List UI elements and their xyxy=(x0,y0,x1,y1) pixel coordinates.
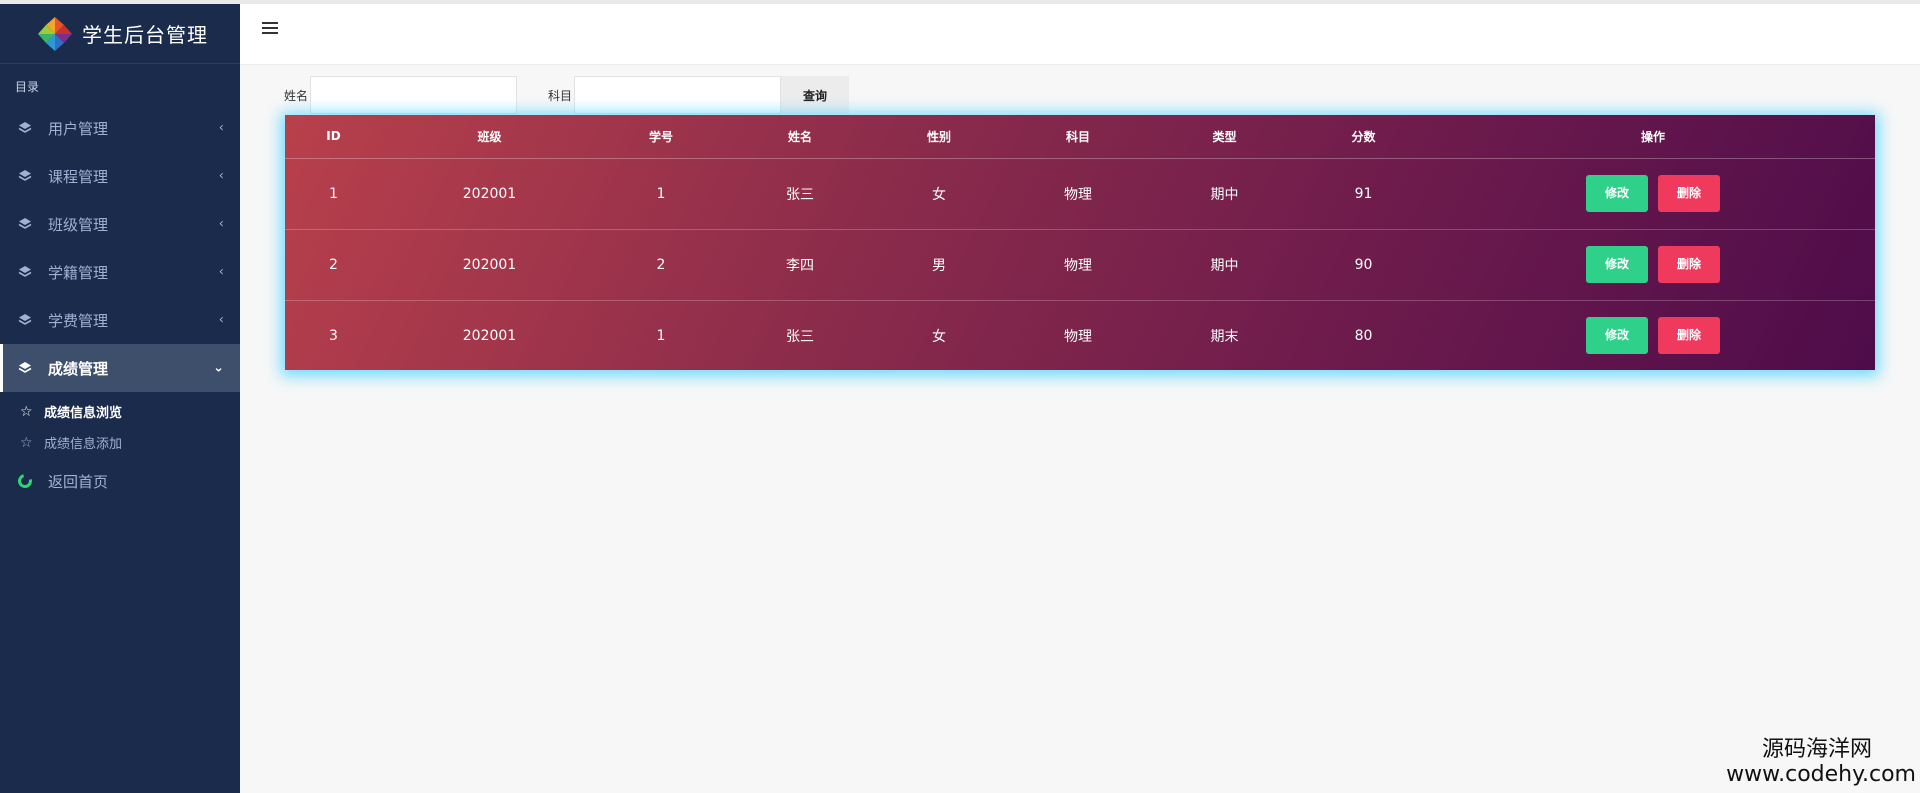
column-header[interactable]: 性别 xyxy=(875,115,1003,159)
sidebar-item-users[interactable]: 用户管理 ‹ xyxy=(0,104,240,152)
cell-score: 90 xyxy=(1296,229,1431,301)
cell-gender: 男 xyxy=(875,229,1003,301)
table-row: 3 202001 1 张三 女 物理 期末 80 修改 删除 xyxy=(285,300,1875,371)
watermark-text: 源码海洋网 xyxy=(1761,737,1872,762)
cell-name: 张三 xyxy=(786,328,814,345)
cell-score: 91 xyxy=(1296,158,1431,230)
edit-button[interactable]: 修改 xyxy=(1586,246,1648,283)
sidebar-item-courses[interactable]: 课程管理 ‹ xyxy=(0,152,240,200)
cell-class: 202001 xyxy=(382,158,597,230)
grades-submenu: ☆ 成绩信息浏览 ☆ 成绩信息添加 xyxy=(0,392,240,458)
cell-type: 期中 xyxy=(1153,229,1296,301)
grades-table: ID 班级 学号 姓名 性别 科目 类型 分数 操作 1 202001 1 张三… xyxy=(285,115,1875,370)
sidebar-item-label: 用户管理 xyxy=(48,119,109,138)
cell-actions: 修改 删除 xyxy=(1431,300,1875,371)
cell-id: 3 xyxy=(329,327,338,344)
sidebar-item-label: 学籍管理 xyxy=(48,263,109,282)
hamburger-icon[interactable] xyxy=(262,22,278,36)
brand-title: 学生后台管理 xyxy=(82,23,208,47)
name-label: 姓名 xyxy=(284,88,309,103)
back-home-link[interactable]: 返回首页 xyxy=(0,458,240,504)
cell-class: 202001 xyxy=(462,327,517,344)
sidebar-item-grades[interactable]: 成绩管理 ⌄ xyxy=(0,344,240,392)
delete-button[interactable]: 删除 xyxy=(1658,246,1720,283)
cell-id: 2 xyxy=(285,229,382,301)
cell-type: 期中 xyxy=(1153,158,1296,230)
sidebar-item-enrollment[interactable]: 学籍管理 ‹ xyxy=(0,248,240,296)
name-search-input[interactable] xyxy=(310,76,518,114)
cell-name: 张三 xyxy=(725,158,875,230)
sidebar-item-tuition[interactable]: 学费管理 ‹ xyxy=(0,296,240,344)
refresh-icon xyxy=(15,471,35,491)
watermark: 源码海洋网 www.codehy.com xyxy=(1726,737,1916,787)
brand-logo-icon xyxy=(38,16,72,51)
cell-score: 80 xyxy=(1354,327,1373,344)
layers-icon xyxy=(18,362,32,373)
chevron-down-icon: ⌄ xyxy=(213,360,224,376)
chevron-left-icon: ‹ xyxy=(218,312,224,328)
layers-icon xyxy=(18,218,32,229)
chevron-left-icon: ‹ xyxy=(218,120,224,136)
cell-actions: 修改 删除 xyxy=(1431,229,1875,301)
sidebar-item-label: 班级管理 xyxy=(48,215,109,234)
column-header[interactable]: 科目 xyxy=(1003,115,1153,159)
cell-gender: 女 xyxy=(875,158,1003,230)
watermark-url: www.codehy.com xyxy=(1726,762,1916,787)
cell-student-no: 1 xyxy=(656,327,666,344)
chevron-left-icon: ‹ xyxy=(218,168,224,184)
edit-button[interactable]: 修改 xyxy=(1586,175,1648,212)
cell-student-no: 1 xyxy=(597,158,725,230)
cell-name: 李四 xyxy=(725,229,875,301)
sub-item-grade-browse[interactable]: ☆ 成绩信息浏览 xyxy=(20,396,240,427)
cell-student-no: 2 xyxy=(597,229,725,301)
sidebar-item-label: 学费管理 xyxy=(48,311,109,330)
layers-icon xyxy=(18,122,32,133)
delete-button[interactable]: 删除 xyxy=(1658,317,1720,355)
edit-button[interactable]: 修改 xyxy=(1586,317,1648,355)
chevron-left-icon: ‹ xyxy=(218,216,224,232)
subject-search-input[interactable] xyxy=(574,76,782,114)
delete-button[interactable]: 删除 xyxy=(1658,175,1720,212)
table-row: 1 202001 1 张三 女 物理 期中 91 修改 删除 xyxy=(285,158,1875,230)
cell-class: 202001 xyxy=(382,229,597,301)
layers-icon xyxy=(18,170,32,181)
brand[interactable]: 学生后台管理 xyxy=(0,4,240,64)
sidebar: 学生后台管理 目录 用户管理 ‹ 课程管理 ‹ 班级管理 ‹ 学籍管理 ‹ 学费… xyxy=(0,4,240,793)
column-header[interactable]: ID xyxy=(285,115,382,159)
subject-label: 科目 xyxy=(548,88,573,103)
sidebar-item-label: 成绩管理 xyxy=(48,359,109,378)
table-header-row: ID 班级 学号 姓名 性别 科目 类型 分数 操作 xyxy=(285,115,1875,159)
cell-subject: 物理 xyxy=(1003,229,1153,301)
back-home-label: 返回首页 xyxy=(48,472,109,491)
cell-subject: 物理 xyxy=(1003,158,1153,230)
menu-heading: 目录 xyxy=(15,80,40,94)
cell-actions: 修改 删除 xyxy=(1431,158,1875,230)
query-button[interactable]: 查询 xyxy=(781,76,850,114)
table-row: 2 202001 2 李四 男 物理 期中 90 修改 删除 xyxy=(285,229,1875,301)
column-header[interactable]: 班级 xyxy=(382,115,597,159)
cell-type: 期末 xyxy=(1210,328,1239,345)
sub-item-grade-add[interactable]: ☆ 成绩信息添加 xyxy=(20,427,240,458)
layers-icon xyxy=(18,314,32,325)
cell-id: 1 xyxy=(285,158,382,230)
sub-item-label: 成绩信息浏览 xyxy=(44,406,123,421)
cell-gender: 女 xyxy=(932,328,946,345)
column-header[interactable]: 类型 xyxy=(1153,115,1296,159)
star-icon: ☆ xyxy=(20,434,33,451)
column-header: 操作 xyxy=(1431,115,1875,159)
top-header xyxy=(240,4,1920,65)
cell-subject: 物理 xyxy=(1064,328,1092,345)
star-icon: ☆ xyxy=(20,403,33,420)
column-header[interactable]: 姓名 xyxy=(725,115,875,159)
search-bar: 姓名 科目 查询 xyxy=(284,76,850,114)
column-header[interactable]: 学号 xyxy=(597,115,725,159)
chevron-left-icon: ‹ xyxy=(218,264,224,280)
sidebar-item-classes[interactable]: 班级管理 ‹ xyxy=(0,200,240,248)
column-header[interactable]: 分数 xyxy=(1296,115,1431,159)
sidebar-item-label: 课程管理 xyxy=(48,167,109,186)
sub-item-label: 成绩信息添加 xyxy=(44,437,123,452)
layers-icon xyxy=(18,266,32,277)
